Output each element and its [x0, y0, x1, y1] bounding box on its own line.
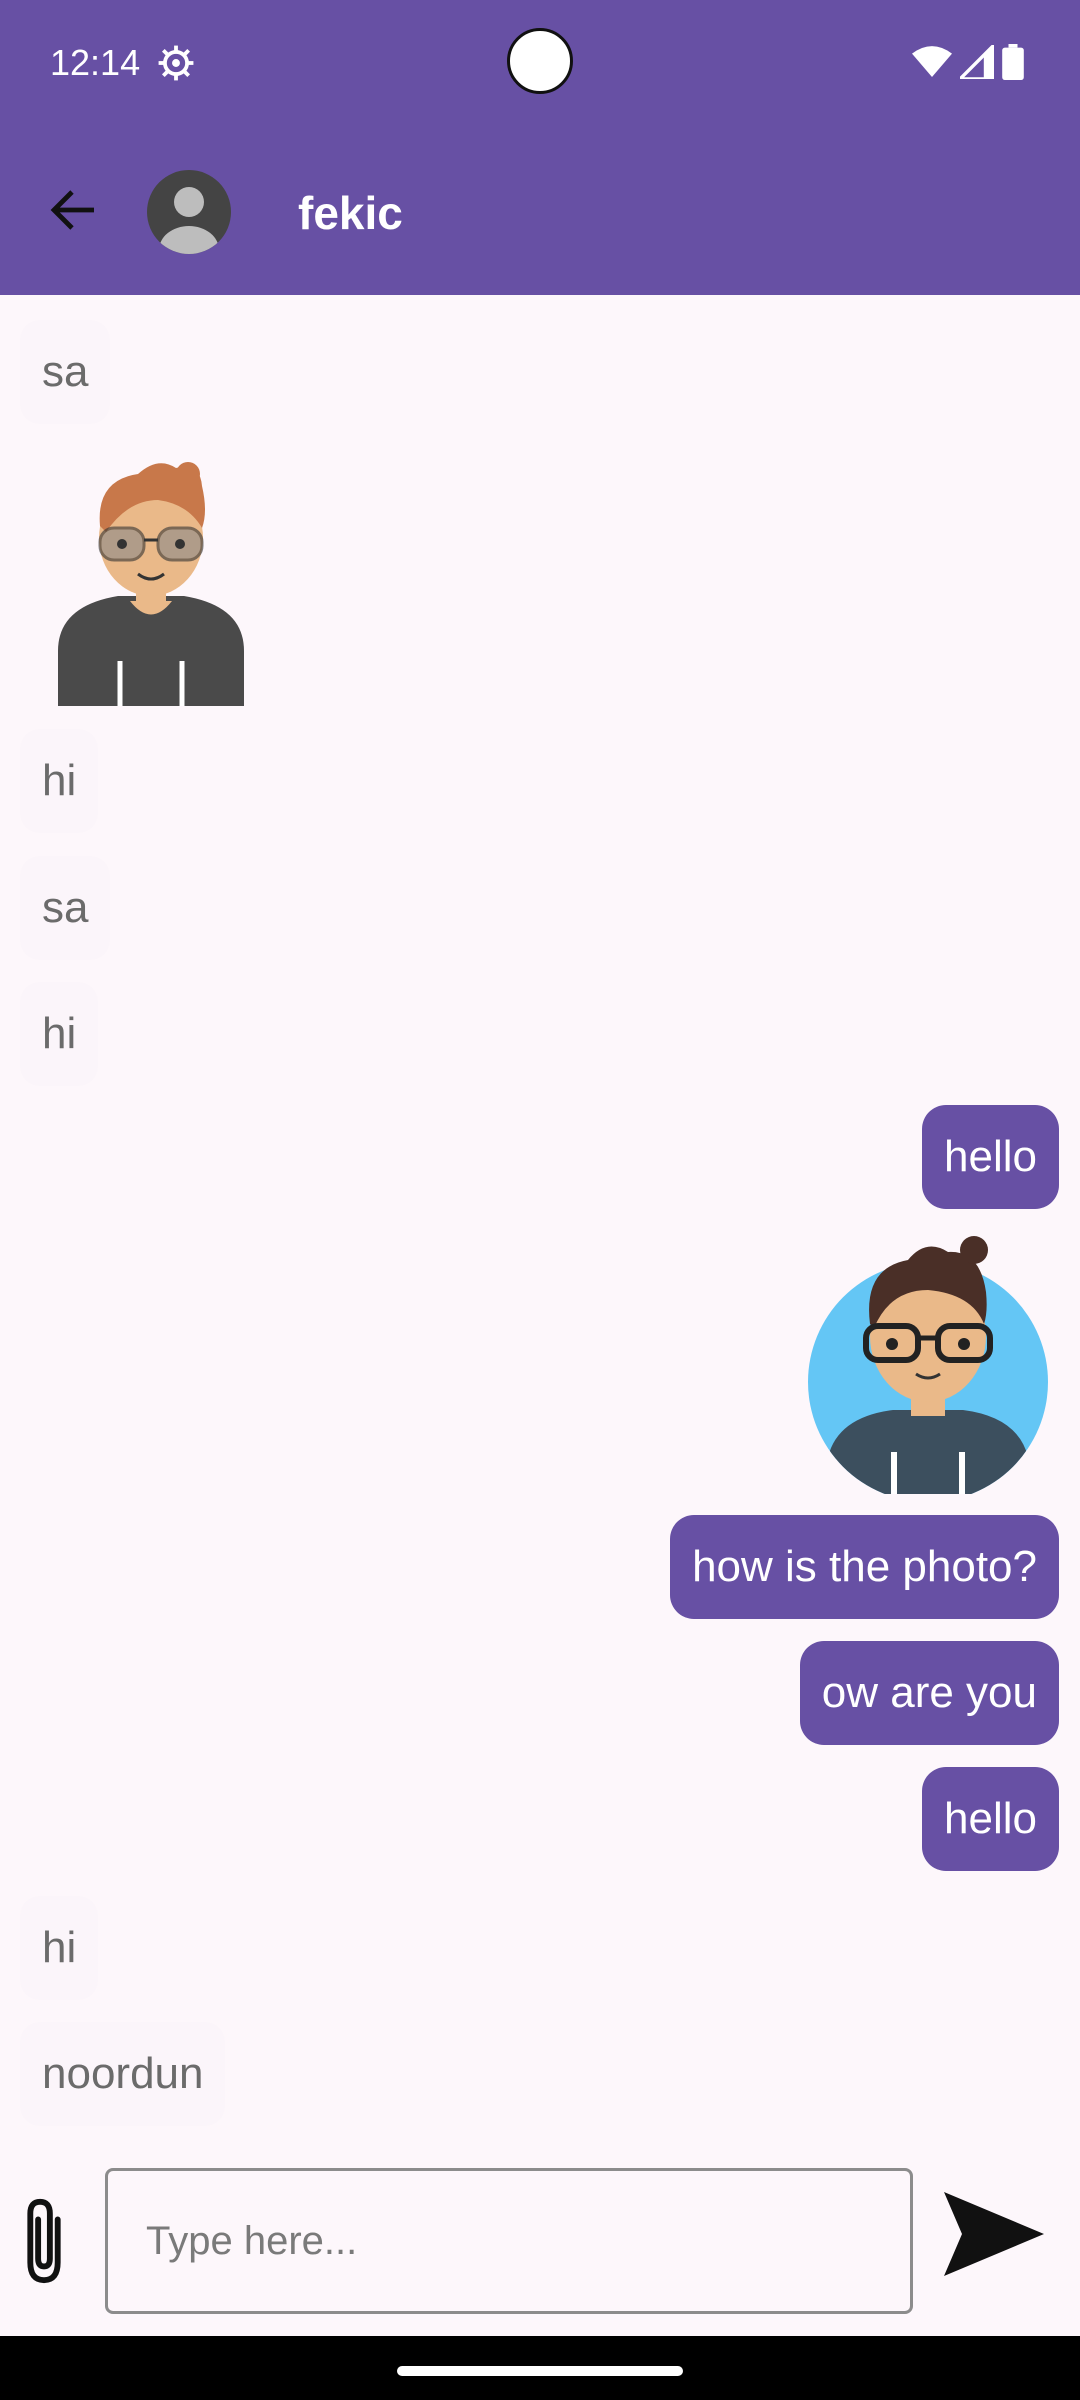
message-text: sa — [42, 883, 89, 932]
message-outgoing[interactable]: ow are you — [799, 1641, 1059, 1745]
settings-icon — [157, 44, 195, 87]
message-text: how is the photo? — [692, 1542, 1037, 1591]
image-message-outgoing[interactable] — [808, 1232, 1048, 1502]
message-text: hello — [944, 1132, 1037, 1181]
message-text: hi — [42, 1009, 77, 1058]
message-text: hi — [42, 1923, 77, 1972]
avatar-photo-glasses — [58, 462, 244, 706]
send-icon — [940, 2192, 1048, 2284]
battery-icon — [1002, 44, 1024, 85]
arrow-back-icon — [50, 188, 98, 237]
paperclip-icon — [18, 2198, 70, 2290]
camera-cutout — [507, 28, 573, 94]
message-text: hi — [42, 756, 77, 805]
contact-name: fekic — [298, 187, 403, 239]
message-incoming[interactable]: hi — [20, 1896, 99, 2000]
message-text: hello — [944, 1794, 1037, 1843]
message-text: ow are you — [821, 1668, 1037, 1717]
message-incoming[interactable]: hi — [20, 729, 99, 833]
send-button[interactable] — [940, 2188, 1048, 2285]
message-outgoing[interactable]: hello — [922, 1105, 1059, 1209]
avatar-photo-blue — [808, 1236, 1048, 1502]
message-incoming[interactable]: noordun — [20, 2022, 226, 2126]
home-indicator[interactable] — [397, 2366, 683, 2376]
message-text: sa — [42, 347, 89, 396]
message-outgoing[interactable]: hello — [922, 1767, 1059, 1871]
message-incoming[interactable]: sa — [20, 320, 111, 424]
message-incoming[interactable]: sa — [20, 856, 111, 960]
signal-icon — [955, 40, 996, 84]
image-message-incoming[interactable] — [58, 456, 244, 706]
back-button[interactable] — [46, 184, 102, 240]
message-outgoing[interactable]: how is the photo? — [670, 1515, 1059, 1619]
attach-button[interactable] — [18, 2196, 70, 2291]
status-icons — [912, 40, 1024, 85]
wifi-icon — [912, 45, 952, 84]
message-text: noordun — [42, 2049, 204, 2098]
contact-avatar[interactable] — [147, 170, 231, 254]
app-bar: 12:14 fekic — [0, 0, 1080, 295]
status-time: 12:14 — [50, 42, 141, 83]
message-incoming[interactable]: hi — [20, 982, 99, 1086]
message-input[interactable] — [105, 2168, 913, 2314]
